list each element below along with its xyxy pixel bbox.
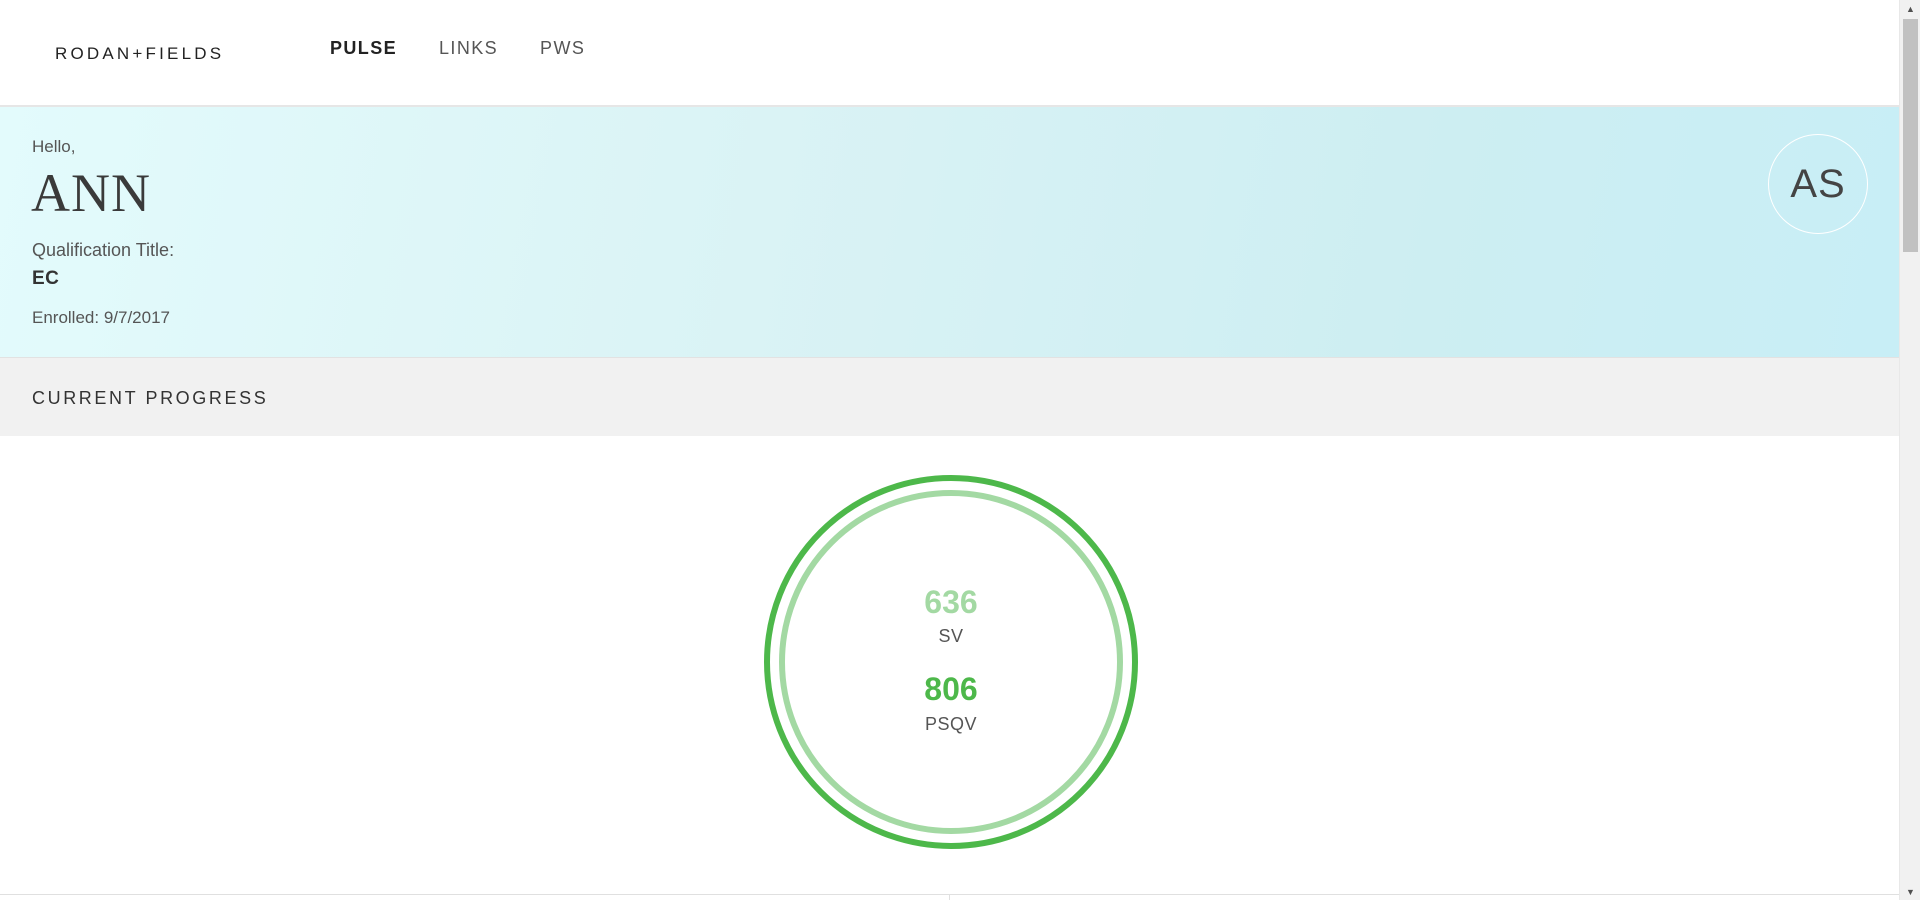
brand-logo[interactable]: RODAN+FIELDS [55, 44, 224, 64]
sv-label: SV [938, 626, 964, 646]
psqv-value: 806 [924, 671, 978, 707]
progress-area: 636 SV 806 PSQV [0, 436, 1899, 900]
qualification-label: Qualification Title: [32, 240, 175, 260]
progress-ring-graphic [764, 475, 1138, 849]
greeting-text: Hello, [32, 137, 76, 156]
main-content: RODAN+FIELDS PULSE LINKS PWS Hello, ANN … [0, 0, 1899, 900]
bottom-column-divider [949, 894, 950, 900]
avatar[interactable]: AS [1768, 134, 1868, 234]
psqv-label: PSQV [924, 714, 978, 734]
sv-value: 636 [924, 584, 978, 620]
triangle-down-icon[interactable]: ▼ [1900, 883, 1920, 900]
primary-nav: PULSE LINKS PWS [330, 38, 585, 59]
outer-ring [764, 475, 1138, 849]
profile-banner: Hello, ANN Qualification Title: EC Enrol… [0, 107, 1899, 358]
inner-ring [779, 490, 1123, 834]
current-progress-header: CURRENT PROGRESS [0, 358, 1899, 436]
triangle-up-icon[interactable]: ▲ [1900, 0, 1920, 17]
section-title: CURRENT PROGRESS [32, 388, 269, 408]
vertical-scrollbar[interactable]: ▲ ▼ [1899, 0, 1920, 900]
top-navigation-bar: RODAN+FIELDS PULSE LINKS PWS [0, 0, 1899, 107]
user-name: ANN [31, 163, 151, 223]
nav-item-pulse[interactable]: PULSE [330, 38, 397, 59]
enrolled-date: Enrolled: 9/7/2017 [32, 308, 170, 327]
scrollbar-thumb[interactable] [1903, 19, 1918, 252]
nav-item-links[interactable]: LINKS [439, 38, 498, 59]
nav-item-pws[interactable]: PWS [540, 38, 585, 59]
page: RODAN+FIELDS PULSE LINKS PWS Hello, ANN … [0, 0, 1920, 900]
progress-ring: 636 SV 806 PSQV [763, 474, 1139, 850]
qualification-value: EC [32, 268, 60, 289]
